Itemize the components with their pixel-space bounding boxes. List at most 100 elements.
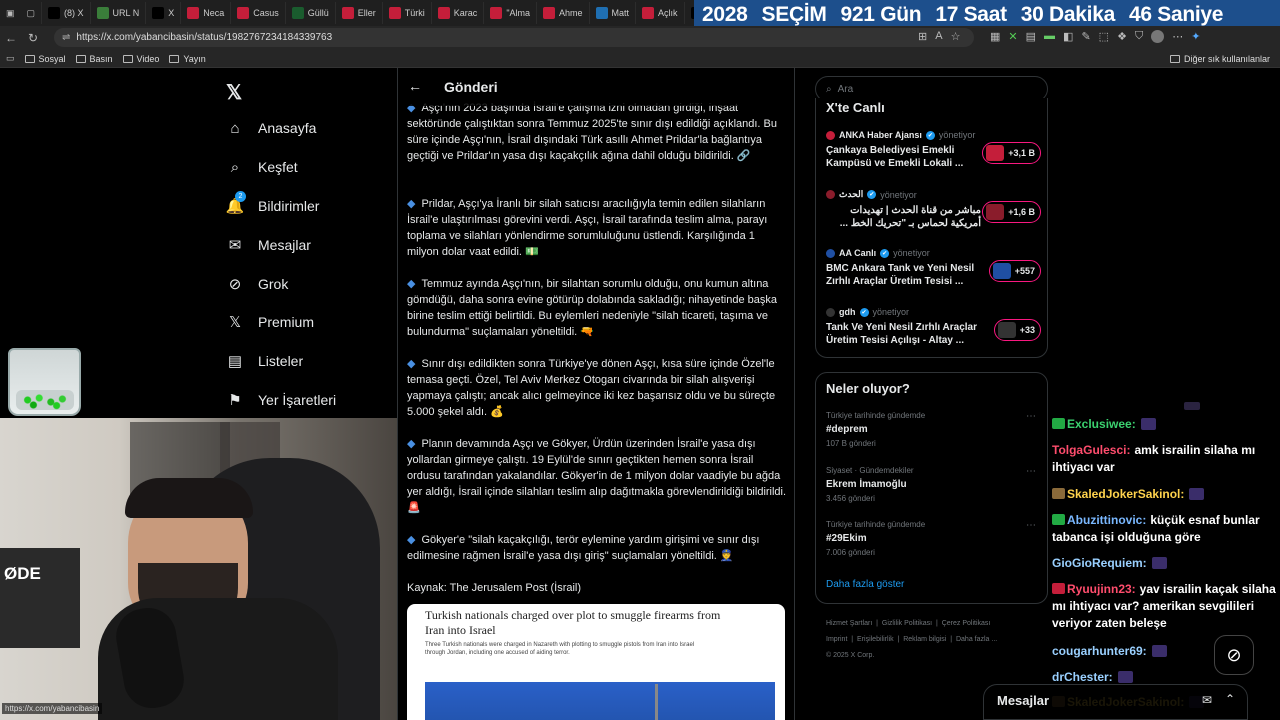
footer-link[interactable]: Gizlilik Politikası	[882, 620, 932, 627]
nav-item-anasayfa[interactable]: ⌂ Anasayfa	[226, 119, 316, 137]
footer-link[interactable]: Erişilebilirlik	[857, 636, 894, 643]
nav-item-keşfet[interactable]: ⌕ Keşfet	[226, 158, 298, 176]
live-item[interactable]: AA Canlı ✔ yönetiyor BMC Ankara Tank ve Yen…	[826, 248, 1041, 288]
tab-list-icon[interactable]: ▣	[6, 8, 15, 19]
extension-icon[interactable]: ▬	[1044, 30, 1055, 43]
chevron-up-icon[interactable]: ⌃	[1225, 692, 1235, 706]
trend-item[interactable]: Türkiye tarihinde gündemde #29Ekim 7.006 g…	[826, 520, 1036, 557]
messages-dock[interactable]: Mesajlar ✉ ⌃	[983, 684, 1248, 720]
nav-item-grok[interactable]: ⊘ Grok	[226, 275, 289, 293]
bookmark-folder[interactable]: Basın	[75, 54, 113, 64]
trend-item[interactable]: Türkiye tarihinde gündemde #deprem 107 B g…	[826, 411, 1036, 448]
source-avatar	[826, 190, 835, 199]
trend-item[interactable]: Siyaset · Gündemdekiler Ekrem İmamoğlu 3.4…	[826, 466, 1036, 503]
messages-dock-label: Mesajlar	[997, 693, 1050, 708]
nav-item-premium[interactable]: 𝕏 Premium	[226, 313, 314, 331]
chat-username: drChester:	[1052, 670, 1113, 684]
live-item[interactable]: gdh ✔ yönetiyor Tank Ve Yeni Nesil Zırhlı A…	[826, 307, 1041, 347]
browser-tab[interactable]: Karac	[432, 2, 485, 24]
footer-link[interactable]: Reklam bilgisi	[903, 636, 946, 643]
live-item[interactable]: الحدث ✔ yönetiyor مباشر من قناة الحدث | تهد…	[826, 189, 1041, 230]
more-options-icon[interactable]: ⋯	[1026, 466, 1036, 477]
extension-icon[interactable]: ◧	[1063, 30, 1073, 43]
browser-tab[interactable]: Eller	[336, 2, 383, 24]
footer-link[interactable]: Hizmet Şartları	[826, 620, 872, 627]
footer-link[interactable]: Imprint	[826, 636, 847, 643]
browser-tab[interactable]: Türki	[383, 2, 432, 24]
extension-icon[interactable]: ✕	[1008, 30, 1017, 43]
shield-icon[interactable]: ⛉	[1135, 30, 1143, 43]
trend-context: Türkiye tarihinde gündemde	[826, 411, 926, 420]
verified-icon: ✔	[925, 130, 935, 140]
tab-label: X	[168, 8, 175, 18]
diamond-icon: ◆	[407, 438, 416, 450]
browser-tab[interactable]: Matt	[590, 2, 637, 24]
site-info-icon[interactable]: ⇌	[62, 32, 70, 43]
nav-item-listeler[interactable]: ▤ Listeler	[226, 352, 303, 370]
browser-tab[interactable]: X	[146, 2, 182, 24]
trend-name: Ekrem İmamoğlu	[826, 479, 907, 490]
chat-badge-icon	[1052, 583, 1065, 594]
more-options-icon[interactable]: ⋯	[1026, 411, 1036, 422]
chat-message: Ryuujinn23: yav israilin kaçak silaha mı …	[1052, 581, 1280, 632]
tab-workspace-icon[interactable]: ▢	[27, 8, 36, 19]
nav-item-yer-i-şaretleri[interactable]: ⚑ Yer İşaretleri	[226, 391, 336, 409]
listener-count-pill[interactable]: +1,6 B	[982, 201, 1041, 223]
back-icon[interactable]: ←	[0, 27, 22, 49]
footer-links: Hizmet Şartları | Gizlilik Politikası | …	[826, 620, 998, 659]
browser-tab[interactable]: Neca	[181, 2, 232, 24]
listener-count: +3,1 B	[1008, 148, 1035, 158]
article-card[interactable]: Turkish nationals charged over plot to s…	[407, 604, 785, 720]
profile-avatar[interactable]	[1151, 30, 1165, 43]
browser-tab[interactable]: Açlık	[636, 2, 685, 24]
extension-icon[interactable]: ▤	[1026, 30, 1036, 43]
copilot-icon[interactable]: ✦	[1191, 30, 1200, 43]
listener-count-pill[interactable]: +3,1 B	[982, 142, 1041, 164]
new-message-icon[interactable]: ✉	[1202, 693, 1212, 707]
live-source: gdh	[839, 307, 856, 317]
reload-icon[interactable]: ↻	[22, 27, 44, 49]
bookmark-folder[interactable]: Video	[122, 54, 159, 64]
browser-tab[interactable]: (8) X	[42, 2, 91, 24]
back-arrow-icon[interactable]: ←	[408, 78, 422, 94]
tab-favicon-icon	[152, 7, 165, 19]
url-field[interactable]: ⇌ https://x.com/yabancibasin/status/1982…	[54, 28, 974, 47]
extension-icon[interactable]: ✎	[1081, 30, 1090, 43]
show-more-link[interactable]: Daha fazla göster	[826, 579, 904, 590]
footer-link[interactable]: Daha fazla ...	[956, 636, 997, 643]
live-source: الحدث	[839, 189, 864, 199]
other-bookmarks[interactable]: Diğer sık kullanılanlar	[1169, 54, 1270, 64]
live-source: ANKA Haber Ajansı	[839, 130, 922, 140]
extension-icon[interactable]: ⬚	[1099, 30, 1109, 43]
browser-tab[interactable]: Güllü	[286, 2, 336, 24]
diamond-icon: ◆	[407, 358, 416, 370]
tab-label: Açlık	[658, 8, 678, 18]
nav-item-mesajlar[interactable]: ✉ Mesajlar	[226, 236, 311, 254]
bookmark-folder[interactable]: Yayın	[169, 54, 206, 64]
tab-actions[interactable]: ▣ ▢	[0, 2, 43, 24]
bookmarks-menu-icon[interactable]: ▭	[6, 53, 15, 64]
chat-message: Exclusiwee:	[1052, 416, 1280, 433]
x-logo-icon[interactable]: 𝕏	[226, 80, 242, 105]
live-item[interactable]: ANKA Haber Ajansı ✔ yönetiyor Çankaya Beled…	[826, 130, 1041, 170]
listener-count-pill[interactable]: +557	[988, 260, 1041, 282]
grok-icon[interactable]: ⊘	[1214, 635, 1254, 675]
browser-tab[interactable]: "Alma	[484, 2, 538, 24]
read-aloud-icon[interactable]: A	[935, 30, 942, 43]
extension-icon[interactable]: ▦	[990, 30, 1000, 43]
browser-tab[interactable]: URL N	[91, 2, 147, 24]
logo-text: ØDE	[4, 564, 41, 583]
listener-count-pill[interactable]: +33	[993, 319, 1041, 341]
footer-link[interactable]: Çerez Politikası	[942, 620, 991, 627]
favorite-star-icon[interactable]: ☆	[951, 30, 961, 43]
nav-item-bildirimler[interactable]: 🔔 2 Bildirimler	[226, 191, 319, 215]
grid-icon[interactable]: ⊞	[918, 30, 927, 43]
browser-tab[interactable]: Ahme	[537, 2, 590, 24]
tab-label: Casus	[253, 8, 279, 18]
collections-icon[interactable]: ❖	[1117, 30, 1127, 43]
bookmark-folder[interactable]: Sosyal	[24, 54, 66, 64]
menu-dots-icon[interactable]: ⋯	[1172, 30, 1183, 43]
browser-tab[interactable]: Casus	[231, 2, 286, 24]
chat-username: Ryuujinn23:	[1067, 582, 1136, 596]
more-options-icon[interactable]: ⋯	[1026, 520, 1036, 531]
